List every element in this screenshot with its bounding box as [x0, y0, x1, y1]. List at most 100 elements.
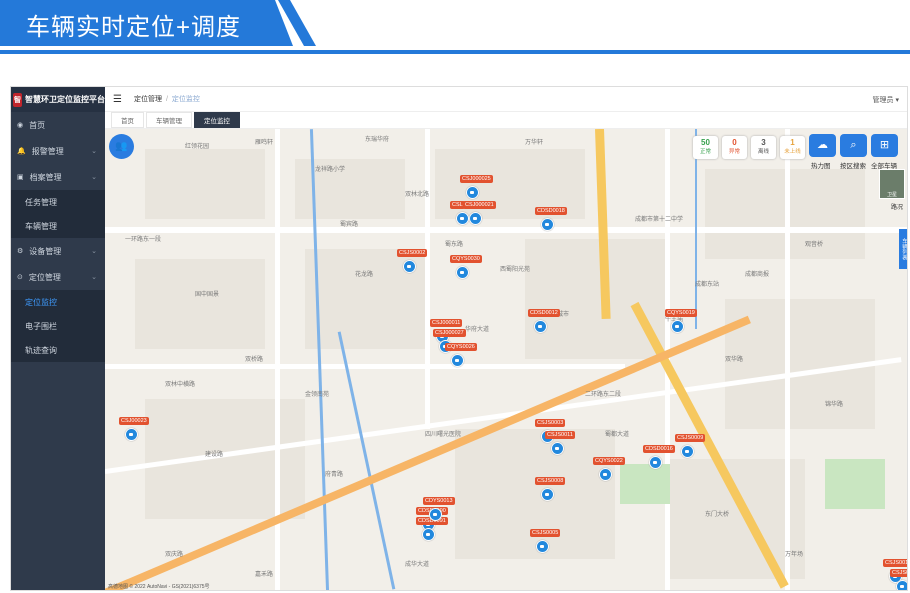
status-card-0[interactable]: 50 正常: [693, 136, 718, 159]
sidebar-item-1[interactable]: 🔔 报警管理 ⌄: [11, 138, 105, 164]
banner-title: 车辆实时定位+调度: [26, 14, 242, 41]
tab-1[interactable]: 车辆管理: [146, 112, 192, 128]
vehicle-list-tab[interactable]: 车辆列表: [899, 229, 907, 269]
map-view[interactable]: 红领花园 雁鸣轩 东瑞华府 万华轩 龙祥路小学 蜀宾路 双林北路 一环路东一段 蜀东路 国中国景 花…: [105, 129, 907, 590]
sidebar-item-9[interactable]: 轨迹查询: [11, 338, 105, 362]
vehicle-marker-icon[interactable]: [422, 528, 435, 541]
sidebar-item-3[interactable]: 任务管理: [11, 190, 105, 214]
vehicle-tag[interactable]: CSJS0005: [530, 529, 561, 537]
banner-underline: [0, 50, 910, 54]
map-label: 金领南苑: [305, 392, 330, 398]
vehicle-marker-icon[interactable]: [125, 428, 138, 441]
breadcrumb-current: 定位监控: [171, 96, 200, 103]
vehicle-tag[interactable]: CSJS0008: [535, 477, 566, 485]
vehicle-tag[interactable]: CDSD0016: [643, 445, 675, 453]
vehicle-marker-icon[interactable]: [599, 468, 612, 481]
vehicle-tag[interactable]: CSJS0003: [535, 419, 566, 427]
vehicle-tag[interactable]: CQYS0030: [450, 255, 482, 263]
vehicle-marker-icon[interactable]: [541, 218, 554, 231]
vehicle-tag[interactable]: CSL: [450, 201, 465, 209]
vehicle-marker-icon[interactable]: [534, 320, 547, 333]
map-river: [695, 129, 697, 329]
status-label: 离线: [757, 149, 769, 155]
map-label: 雁鸣轩: [255, 140, 274, 146]
sidebar-item-label: 档案管理: [29, 172, 62, 182]
group-icon[interactable]: 👥: [109, 134, 134, 159]
vehicle-tag[interactable]: CSJ000027: [433, 329, 466, 337]
tab-2[interactable]: 定位监控: [194, 112, 240, 128]
brand: 智 智慧环卫定位监控平台: [11, 87, 105, 112]
vehicle-tag[interactable]: CDYS0013: [423, 497, 455, 505]
vehicle-tag[interactable]: CQYS0019: [665, 309, 697, 317]
satellite-toggle[interactable]: 卫星: [879, 169, 905, 199]
sidebar-item-0[interactable]: ◉ 首页: [11, 112, 105, 138]
map-label: 万年场: [785, 552, 804, 558]
header-banner: 车辆实时定位+调度: [0, 0, 910, 57]
status-card-2[interactable]: 3 离线: [751, 136, 776, 159]
sidebar-item-4[interactable]: 车辆管理: [11, 214, 105, 238]
vehicle-marker-icon[interactable]: [681, 445, 694, 458]
sidebar-item-6[interactable]: ⊙ 定位管理 ⌄: [11, 264, 105, 290]
map-block: [525, 239, 665, 359]
vehicle-tag[interactable]: CSJS0011: [545, 431, 575, 439]
vehicle-marker-icon[interactable]: [649, 456, 662, 469]
vehicle-marker-icon[interactable]: [671, 320, 684, 333]
breadcrumb-parent[interactable]: 定位管理: [134, 94, 162, 104]
map-label: 国中国景: [195, 292, 220, 298]
map-park: [825, 459, 885, 509]
sidebar-item-8[interactable]: 电子围栏: [11, 314, 105, 338]
sidebar-item-2[interactable]: ▣ 档案管理 ⌄: [11, 164, 105, 190]
map-block: [145, 149, 265, 219]
vehicle-tag[interactable]: CDSD0018: [535, 207, 567, 215]
app-window: 智 智慧环卫定位监控平台 ◉ 首页 🔔 报警管理 ⌄ ▣ 档案管理 ⌄ 任务管理 车辆管理 ⚙ 设备管…: [10, 86, 908, 591]
vehicle-tag[interactable]: CSJS0009: [675, 434, 706, 442]
vehicle-marker-icon[interactable]: [456, 212, 469, 225]
map-label: 西蜀阳光苑: [500, 267, 531, 273]
tab-bar: 首页 车辆管理 定位监控: [105, 112, 907, 129]
map-label: 成都商报: [745, 272, 770, 278]
map-label: 万华轩: [525, 140, 544, 146]
tab-0[interactable]: 首页: [111, 112, 144, 128]
sidebar-item-label: 首页: [29, 120, 46, 130]
search-area-button[interactable]: ⌕: [840, 134, 867, 157]
status-card-1[interactable]: 0 异常: [722, 136, 747, 159]
user-menu[interactable]: 管理员 ▾: [873, 95, 899, 105]
heatmap-button[interactable]: ☁: [809, 134, 836, 157]
vehicle-tag[interactable]: CSJ00023: [119, 417, 149, 425]
breadcrumb-separator: /: [165, 95, 168, 103]
vehicle-tag[interactable]: CQYS0022: [593, 457, 625, 465]
map-label: 双林中横路: [165, 382, 196, 388]
traffic-toggle[interactable]: 路况: [891, 202, 903, 211]
sidebar-item-label: 设备管理: [29, 246, 62, 256]
vehicle-marker-icon[interactable]: [541, 488, 554, 501]
hamburger-icon[interactable]: ☰: [113, 94, 122, 105]
sidebar-item-7[interactable]: 定位监控: [11, 290, 105, 314]
vehicle-tag[interactable]: CSJ000011: [430, 319, 463, 327]
all-vehicles-button[interactable]: ⊞: [871, 134, 898, 157]
vehicle-marker-icon[interactable]: [469, 212, 482, 225]
map-label: 双庆路: [165, 552, 184, 558]
map-label: 四川曙光医院: [425, 432, 462, 438]
vehicle-marker-icon[interactable]: [466, 186, 479, 199]
sidebar-item-label: 定位管理: [28, 272, 61, 282]
sidebar-item-5[interactable]: ⚙ 设备管理 ⌄: [11, 238, 105, 264]
vehicle-marker-icon[interactable]: [429, 508, 442, 521]
vehicle-marker-icon[interactable]: [456, 266, 469, 279]
status-label: 正常: [699, 149, 711, 155]
vehicle-tag[interactable]: CDSD0012: [528, 309, 560, 317]
status-card-3[interactable]: 1 未上线: [780, 136, 805, 159]
vehicle-tag[interactable]: CSJ000025: [460, 175, 493, 183]
map-label: 龙祥路小学: [315, 167, 346, 173]
vehicle-marker-icon[interactable]: [551, 442, 564, 455]
vehicle-tag[interactable]: CQYS0026: [445, 343, 477, 351]
vehicle-tag[interactable]: CSJS0002: [397, 249, 428, 257]
vehicle-tag[interactable]: CSJS0012: [890, 569, 907, 577]
sidebar-item-label: 任务管理: [25, 197, 57, 207]
heatmap-label: 热力图: [811, 163, 831, 170]
vehicle-tag[interactable]: CSJS0011: [883, 559, 907, 567]
vehicle-marker-icon[interactable]: [451, 354, 464, 367]
vehicle-marker-icon[interactable]: [896, 580, 907, 590]
vehicle-tag[interactable]: CSJ000021: [463, 201, 496, 209]
vehicle-marker-icon[interactable]: [536, 540, 549, 553]
vehicle-marker-icon[interactable]: [403, 260, 416, 273]
